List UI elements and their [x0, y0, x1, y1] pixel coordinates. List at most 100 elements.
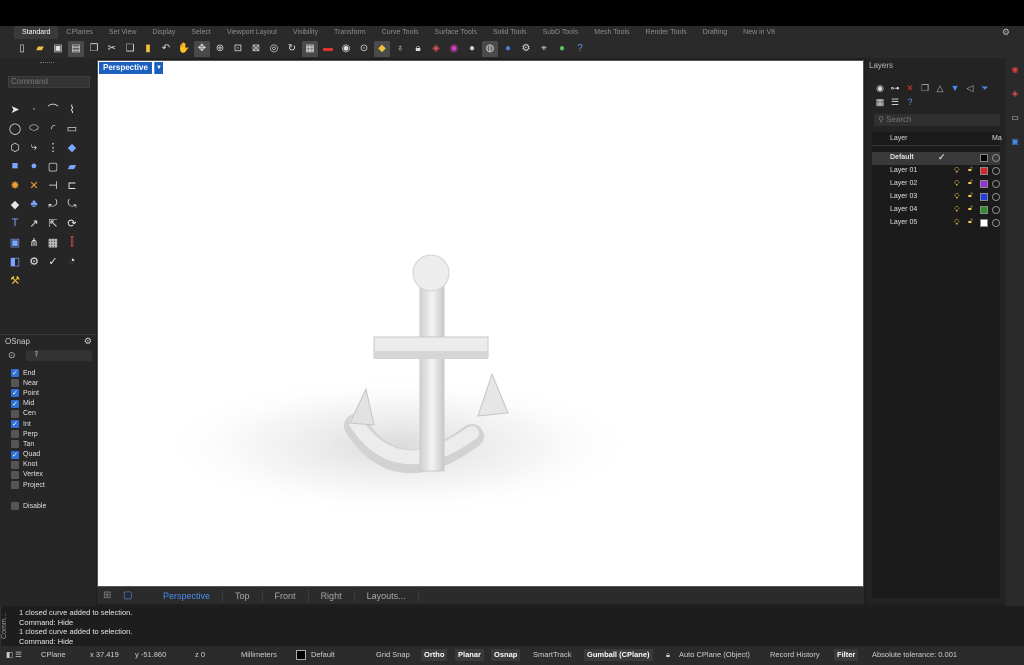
transform-icon[interactable]: ⫿ [63, 233, 81, 251]
dimension-icon[interactable]: ↗ [25, 214, 43, 232]
osnap-item-vertex[interactable]: Vertex [11, 470, 46, 480]
layer-material-icon[interactable] [992, 193, 1000, 201]
list-view-icon[interactable]: ☰ [889, 96, 901, 108]
layer-row[interactable]: Default ✓ [872, 152, 1000, 165]
circle-icon[interactable]: ◯ [6, 119, 24, 137]
layer-row[interactable]: Layer 03 💡︎ 🔓︎ [872, 191, 1000, 204]
osnap-item-point[interactable]: ✓ Point [11, 388, 46, 398]
print-icon[interactable]: ▤ [68, 40, 84, 57]
smarttrack-toggle[interactable]: SmartTrack [533, 650, 571, 659]
visibility-bulb-icon[interactable]: 💡︎ [954, 205, 960, 215]
four-viewports-icon[interactable]: ⊞ [103, 590, 117, 602]
block-icon[interactable]: ▣ [6, 233, 24, 251]
lock-toggle-icon[interactable]: 🔓︎ [968, 218, 973, 226]
layer-name[interactable]: Layer 05 [890, 219, 917, 226]
move-icon[interactable]: ⇱ [44, 214, 62, 232]
visibility-bulb-icon[interactable]: 💡︎ [954, 218, 960, 228]
filter-toggle[interactable]: Filter [834, 649, 859, 661]
drafting-icon[interactable]: ◔ [63, 252, 81, 270]
check-icon[interactable]: ✓ [44, 252, 62, 270]
layer-color-swatch[interactable] [980, 154, 988, 162]
viewport-menu-chevron-icon[interactable]: ▼ [154, 62, 163, 74]
layer-name[interactable]: Layer 03 [890, 193, 917, 200]
viewport-tab-layouts[interactable]: Layouts... [355, 589, 419, 602]
layers-search-input[interactable]: ⚲ Search [874, 114, 1000, 126]
osnap-toggle[interactable]: Osnap [491, 649, 521, 661]
tab-transform[interactable]: Transform [326, 29, 374, 36]
osnap-disable-checkbox[interactable] [11, 502, 19, 511]
layer-row[interactable]: Layer 04 💡︎ 🔓︎ [872, 204, 1000, 217]
tab-viewport-layout[interactable]: Viewport Layout [219, 29, 285, 36]
mesh-icon[interactable]: ◆ [6, 195, 24, 213]
panels-toggle-icon[interactable]: ◧ ☰ [6, 650, 22, 659]
visibility-bulb-icon[interactable]: 💡︎ [954, 179, 960, 189]
material-column-header[interactable]: Ma [992, 135, 1002, 142]
layer-name[interactable]: Layer 04 [890, 206, 917, 213]
new-sublayer-icon[interactable]: ⊶ [889, 82, 901, 94]
ellipse-icon[interactable]: ⬭ [25, 119, 43, 137]
display-panel-icon[interactable]: ▭ [1009, 111, 1021, 123]
open-icon[interactable]: ▰ [32, 41, 48, 57]
join-icon[interactable]: ⊣ [44, 176, 62, 194]
layer-color-swatch[interactable] [980, 206, 988, 214]
panel-grip[interactable] [40, 62, 54, 64]
osnap-item-end[interactable]: ✓ End [11, 368, 46, 378]
zoom-selected-icon[interactable]: ◎ [266, 41, 282, 57]
layer-name[interactable]: Layer 01 [890, 167, 917, 174]
explode-icon[interactable]: ✕ [25, 176, 43, 194]
arc-icon[interactable]: ◜ [44, 119, 62, 137]
save-icon[interactable]: ▣ [50, 41, 66, 57]
tab-select[interactable]: Select [183, 29, 218, 36]
layer-material-icon[interactable] [992, 167, 1000, 175]
undo-icon[interactable]: ↶ [158, 41, 174, 57]
osnap-disable[interactable]: Disable [11, 501, 46, 511]
pipe-icon[interactable]: ▰ [63, 157, 81, 175]
tab-solid-tools[interactable]: Solid Tools [485, 29, 535, 36]
color-wheel-icon[interactable]: ◉ [446, 41, 462, 57]
lock-toggle-icon[interactable]: 🔓︎ [968, 192, 973, 200]
tab-curve-tools[interactable]: Curve Tools [374, 29, 427, 36]
text-icon[interactable]: T [6, 214, 24, 232]
polyline-icon[interactable]: ⌒ [44, 100, 62, 118]
grid-array-icon[interactable]: ▦ [44, 233, 62, 251]
material-icon[interactable]: ● [554, 41, 570, 57]
offset-icon[interactable]: ⋮ [44, 138, 62, 156]
command-side-tab[interactable]: Comm... [0, 606, 14, 646]
osnap-checkbox[interactable] [11, 440, 19, 449]
shaded-sphere-icon[interactable]: ● [500, 41, 516, 57]
layer-color-swatch[interactable] [980, 167, 988, 175]
move-down-icon[interactable]: ▼ [949, 82, 961, 94]
status-units[interactable]: Millimeters [241, 650, 277, 659]
move-up-icon[interactable]: △ [934, 82, 946, 94]
auto-cplane-toggle[interactable]: Auto CPlane (Object) [679, 650, 750, 659]
light-icon[interactable]: ♁ [392, 41, 408, 57]
ortho-toggle[interactable]: Ortho [421, 649, 448, 661]
osnap-checkbox[interactable] [11, 379, 19, 388]
layer-row[interactable]: Layer 01 💡︎ 🔓︎ [872, 165, 1000, 178]
layer-color-swatch[interactable] [980, 219, 988, 227]
layer-row[interactable]: Layer 02 💡︎ 🔓︎ [872, 178, 1000, 191]
tab-surface-tools[interactable]: Surface Tools [427, 29, 485, 36]
tab-set-view[interactable]: Set View [101, 29, 145, 36]
layer-name[interactable]: Default [890, 154, 914, 161]
status-layer[interactable]: Default [311, 650, 335, 659]
polygon-icon[interactable]: ⬡ [6, 138, 24, 156]
lock-icon[interactable]: 🔒︎ [410, 41, 426, 57]
tools-extra-icon[interactable]: ⚒ [6, 271, 24, 289]
layer-column-header[interactable]: Layer [890, 135, 908, 142]
color-panel-icon[interactable]: ◉ [1009, 63, 1021, 75]
tab-drafting[interactable]: Drafting [695, 29, 736, 36]
osnap-checkbox[interactable]: ✓ [11, 389, 19, 398]
viewport-title[interactable]: Perspective [99, 62, 152, 74]
boolean-icon[interactable]: ✸ [6, 176, 24, 194]
duplicate-layer-icon[interactable]: ❐ [919, 82, 931, 94]
osnap-item-project[interactable]: Project [11, 480, 46, 490]
help-panel-icon[interactable]: ▣ [1009, 135, 1021, 147]
viewport-tab-perspective[interactable]: Perspective [151, 589, 224, 602]
record-history-toggle[interactable]: Record History [770, 650, 820, 659]
select-icon[interactable]: ◆ [374, 40, 390, 57]
analyze-icon[interactable]: ◧ [6, 252, 24, 270]
fillet-curve-icon[interactable]: ⤷ [25, 138, 43, 156]
cut-icon[interactable]: ✂ [104, 41, 120, 57]
tab-display[interactable]: Display [144, 29, 183, 36]
